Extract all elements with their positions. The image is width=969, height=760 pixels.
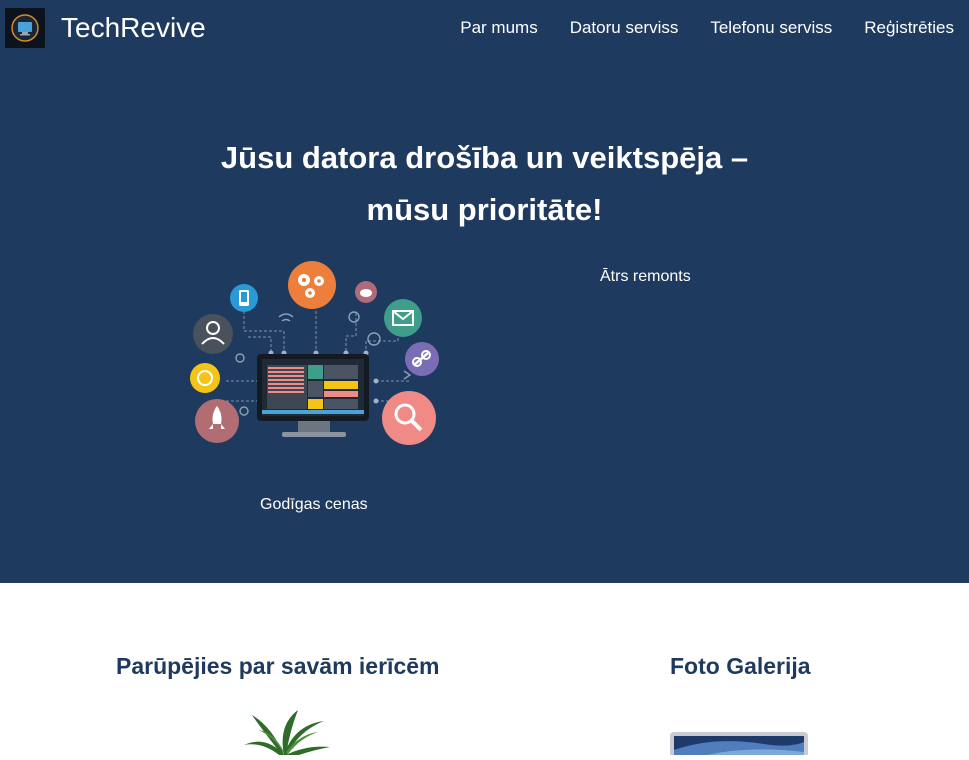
feature-fast-repair: Ātrs remonts	[600, 268, 691, 285]
care-section-title: Parūpējies par savām ierīcēm	[116, 653, 440, 679]
gallery-section-title: Foto Galerija	[670, 653, 811, 679]
feature-fair-prices: Godīgas cenas	[260, 496, 368, 513]
hero-title-line-2: mūsu prioritāte!	[366, 192, 603, 227]
monitor-logo-icon[interactable]	[5, 8, 45, 48]
plant-image	[232, 710, 336, 759]
tech-services-illustration	[186, 261, 442, 451]
brand-name[interactable]: TechRevive	[61, 10, 206, 46]
hero-title: Jūsu datora drošība un veiktspēja – mūsu…	[0, 132, 969, 236]
nav-menu: Par mums Datoru serviss Telefonu serviss…	[428, 17, 954, 39]
hero-section: Jūsu datora drošība un veiktspēja – mūsu…	[0, 56, 969, 583]
laptop-image	[668, 730, 810, 760]
nav-item-datoru-serviss[interactable]: Datoru serviss	[570, 17, 679, 39]
nav-item-registreties[interactable]: Reģistrēties	[864, 17, 954, 39]
nav-item-telefonu-serviss[interactable]: Telefonu serviss	[710, 17, 832, 39]
hero-title-line-1: Jūsu datora drošība un veiktspēja –	[220, 140, 749, 175]
nav-item-par-mums[interactable]: Par mums	[460, 17, 537, 39]
navbar: TechRevive Par mums Datoru serviss Telef…	[0, 0, 969, 56]
